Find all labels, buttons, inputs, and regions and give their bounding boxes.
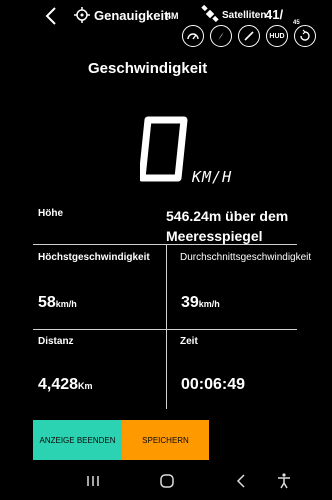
speedometer-icon — [187, 33, 199, 40]
distance-number: 4,428 — [38, 376, 79, 393]
rotate-button[interactable]: 45 — [293, 20, 316, 47]
max-speed-value: 58km/h — [38, 294, 77, 312]
altitude-value: 546.24m über dem Meeresspiegel — [166, 208, 289, 244]
edit-button[interactable] — [238, 25, 260, 47]
distance-unit: Km — [78, 381, 93, 391]
tool-bar: HUD 45 — [0, 20, 332, 49]
accuracy-value: 4M — [166, 11, 179, 21]
crosshair-icon — [74, 7, 90, 23]
back-nav-button[interactable] — [231, 471, 251, 491]
save-button[interactable]: SPEICHERN — [122, 420, 209, 460]
max-speed-unit: km/h — [55, 299, 77, 309]
satellites-value: 41/ — [265, 7, 284, 22]
hud-label: HUD — [269, 32, 285, 40]
max-speed-number: 58 — [38, 294, 56, 311]
distance-value: 4,428Km — [38, 376, 93, 394]
avg-speed-label: Durchschnittsgeschwindigkeit — [180, 252, 312, 263]
accessibility-icon — [278, 473, 290, 489]
back-button[interactable] — [40, 5, 62, 27]
page-title: Geschwindigkeit — [88, 60, 208, 77]
avg-speed-value: 39km/h — [181, 294, 220, 312]
pen-icon — [244, 31, 254, 41]
hud-button[interactable]: HUD — [266, 25, 288, 47]
compass-button[interactable] — [210, 25, 232, 47]
divider — [166, 244, 167, 409]
end-display-button[interactable]: ANZEIGE BEENDEN — [33, 420, 122, 460]
speed-unit: KM/H — [192, 168, 233, 186]
altitude-label: Höhe — [38, 208, 63, 219]
rotate-icon — [300, 29, 310, 41]
divider — [33, 244, 297, 245]
time-value: 00:06:49 — [181, 376, 246, 393]
recent-apps-icon — [87, 476, 99, 486]
system-nav-bar — [0, 462, 332, 500]
time-label: Zeit — [180, 336, 198, 347]
home-icon — [160, 474, 174, 488]
satellite-icon — [201, 5, 219, 23]
avg-speed-unit: km/h — [198, 299, 220, 309]
speed-value-display: 0 — [140, 116, 188, 182]
avg-speed-number: 39 — [181, 294, 199, 311]
home-button[interactable] — [157, 471, 177, 491]
distance-label: Distanz — [38, 336, 74, 347]
rotate-badge: 45 — [293, 20, 300, 26]
accuracy-label: Genauigkeit — [94, 8, 169, 23]
chevron-left-icon — [45, 7, 56, 25]
back-arrow-icon — [236, 474, 245, 488]
max-speed-label: Höchstgeschwindigkeit — [38, 252, 150, 263]
recent-apps-button[interactable] — [83, 471, 103, 491]
speedometer-button[interactable] — [182, 25, 204, 47]
satellites-label: Satelliten — [222, 10, 267, 21]
divider — [33, 329, 297, 330]
accessibility-button[interactable] — [274, 471, 294, 491]
compass-icon — [218, 32, 224, 40]
